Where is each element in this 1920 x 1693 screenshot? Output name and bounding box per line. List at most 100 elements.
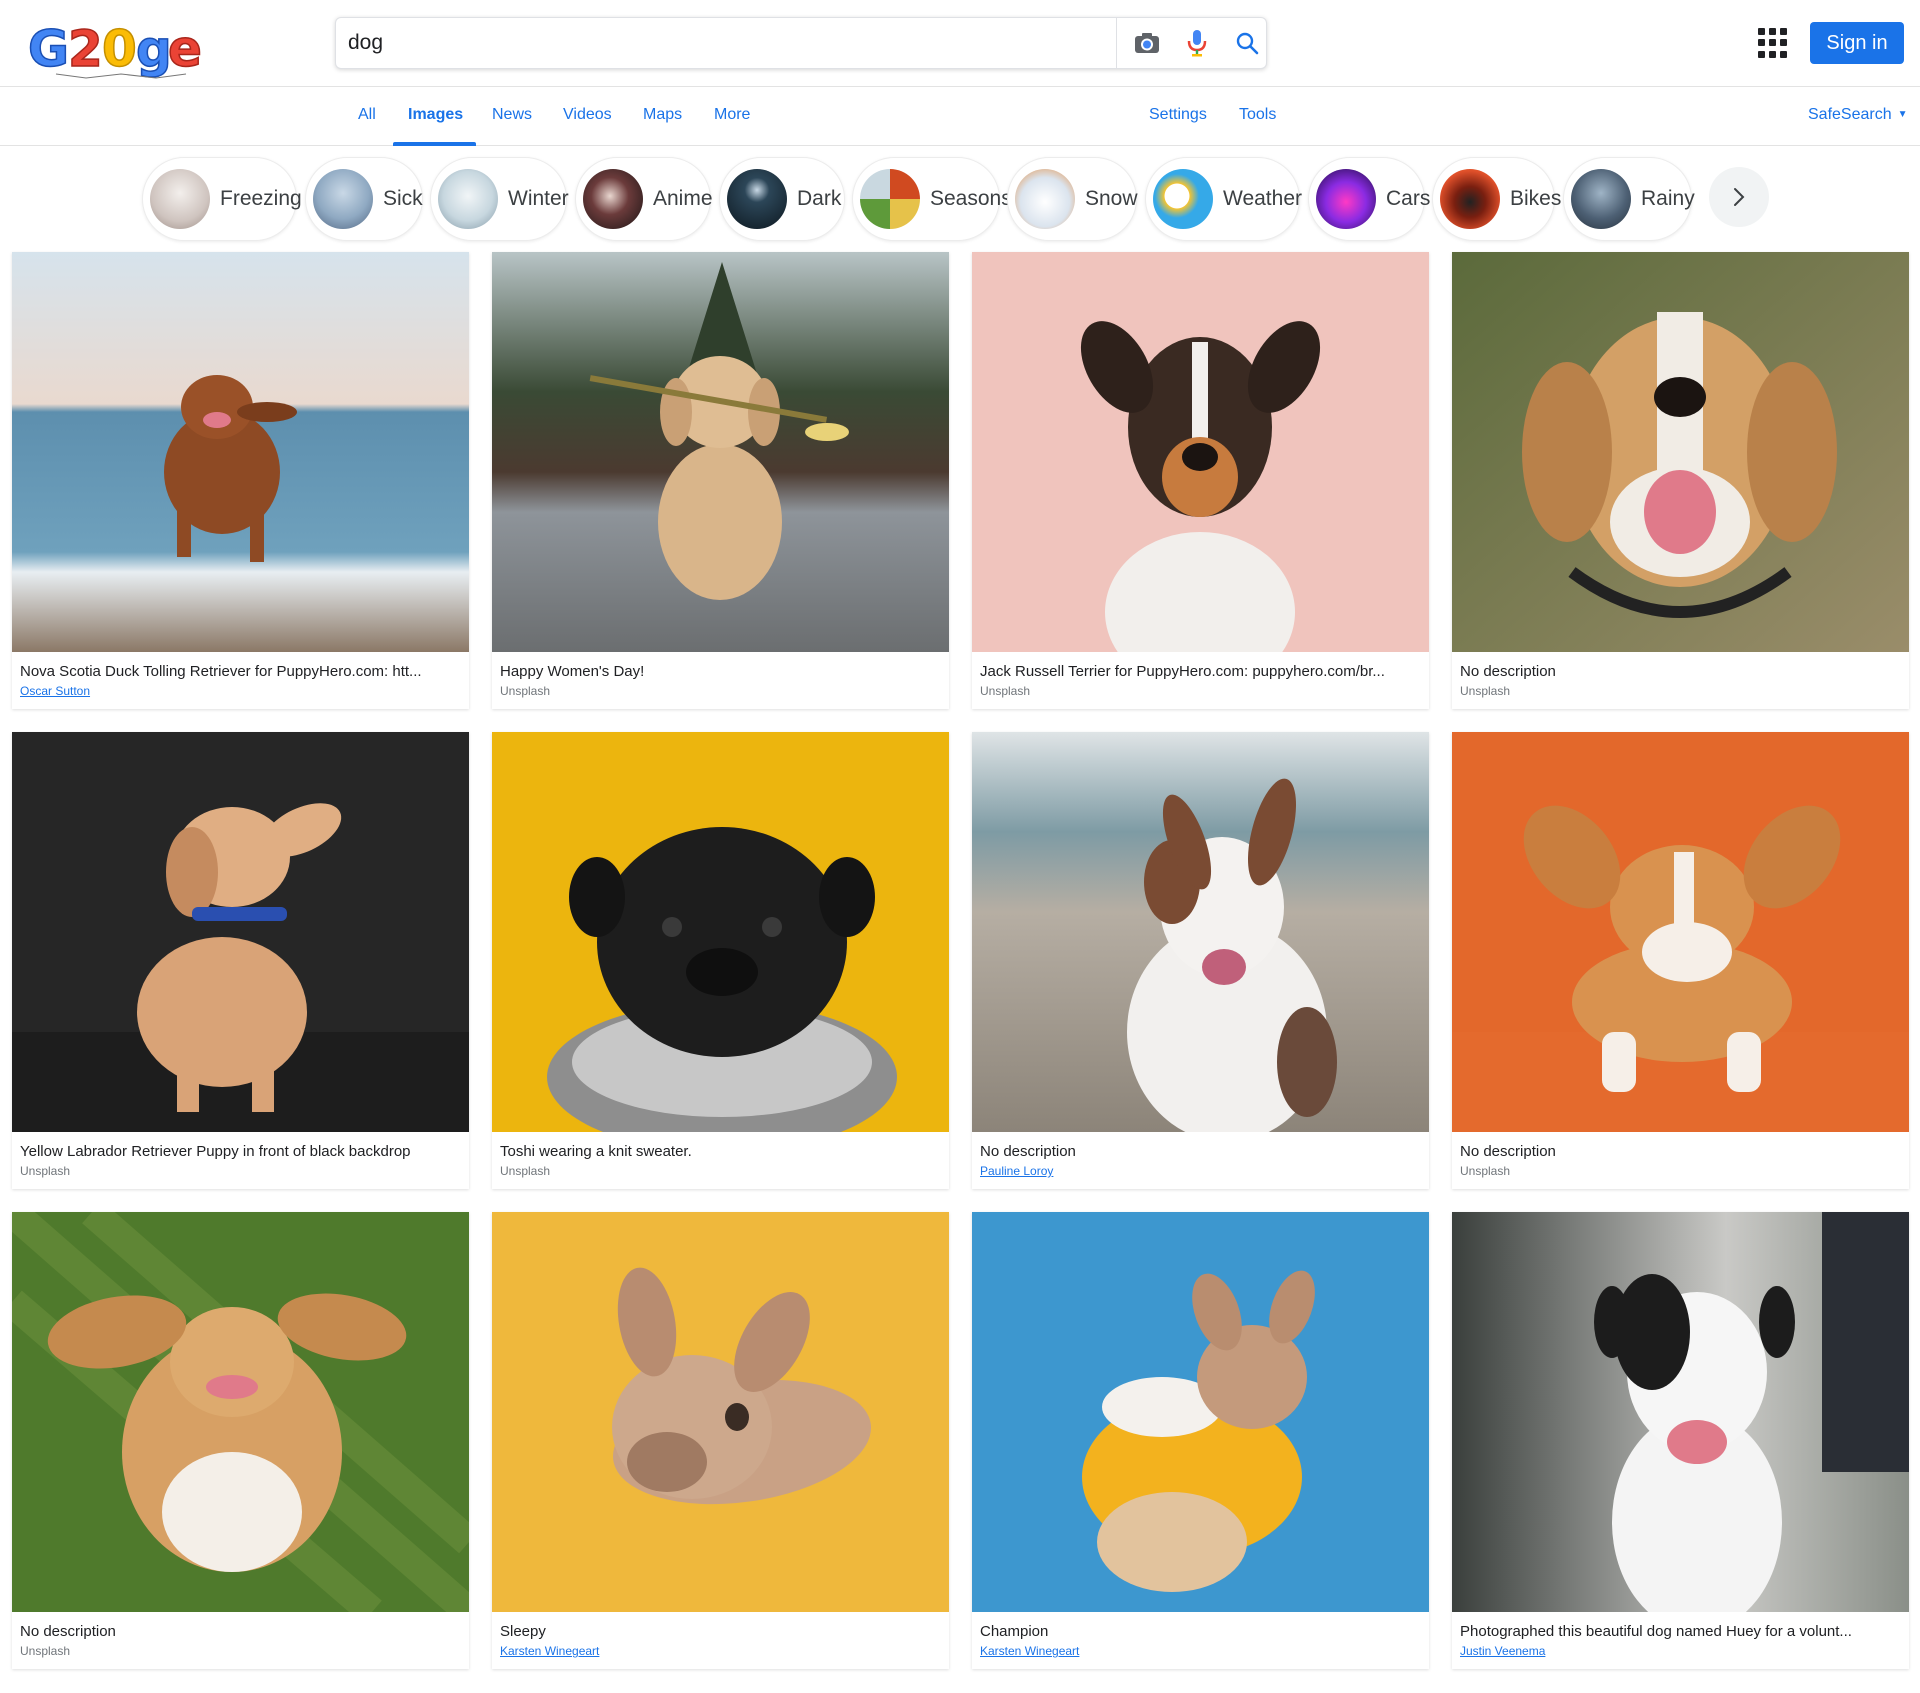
image-result-card[interactable]: Yellow Labrador Retriever Puppy in front…: [12, 732, 469, 1189]
chip-thumbnail: [860, 169, 920, 229]
caret-down-icon: ▼: [1897, 109, 1908, 120]
image-result-card[interactable]: Sleepy Karsten Winegeart: [492, 1212, 949, 1669]
svg-text:0: 0: [102, 20, 137, 78]
chip-thumbnail: [1571, 169, 1631, 229]
result-source: Unsplash: [1460, 684, 1511, 698]
chip-sick[interactable]: Sick: [305, 157, 423, 241]
result-title: No description: [20, 1623, 116, 1640]
top-header: G 2 0 g e dog Sign in: [0, 0, 1920, 87]
result-image: [12, 252, 469, 652]
chip-label: Cars: [1386, 187, 1431, 210]
search-tabs-nav: All Images News Videos Maps More Setting…: [0, 88, 1920, 146]
image-result-card[interactable]: No description Unsplash: [1452, 732, 1909, 1189]
image-result-card[interactable]: Champion Karsten Winegeart: [972, 1212, 1429, 1669]
logo-balloons-icon: G 2 0 g e: [27, 19, 202, 79]
search-input[interactable]: [348, 26, 1098, 60]
search-box[interactable]: [335, 17, 1267, 69]
chip-label: Rainy: [1641, 187, 1695, 210]
image-result-card[interactable]: No description Unsplash: [1452, 252, 1909, 709]
image-result-card[interactable]: No description Pauline Loroy: [972, 732, 1429, 1189]
chip-thumbnail: [150, 169, 210, 229]
result-source-link[interactable]: Karsten Winegeart: [980, 1644, 1079, 1658]
result-image: [1452, 1212, 1909, 1612]
chip-rainy[interactable]: Rainy: [1563, 157, 1695, 241]
search-icon[interactable]: [1231, 27, 1263, 59]
result-title: Toshi wearing a knit sweater.: [500, 1143, 692, 1160]
chip-label: Anime: [653, 187, 713, 210]
chip-thumbnail: [438, 169, 498, 229]
chip-thumbnail: [583, 169, 643, 229]
svg-text:2: 2: [68, 20, 103, 78]
chip-thumbnail: [1316, 169, 1376, 229]
chip-thumbnail: [1015, 169, 1075, 229]
chip-label: Sick: [383, 187, 423, 210]
safesearch-dropdown[interactable]: SafeSearch ▼: [1808, 106, 1908, 124]
camera-icon[interactable]: [1131, 27, 1163, 59]
tab-videos[interactable]: Videos: [563, 106, 612, 124]
result-image: [12, 1212, 469, 1612]
chip-label: Snow: [1085, 187, 1138, 210]
result-image: [972, 1212, 1429, 1612]
image-result-card[interactable]: Happy Women's Day! Unsplash: [492, 252, 949, 709]
chips-next-button[interactable]: [1709, 167, 1769, 227]
result-source: Unsplash: [500, 684, 551, 698]
tab-all[interactable]: All: [358, 106, 376, 124]
result-title: No description: [1460, 1143, 1556, 1160]
result-image: [972, 252, 1429, 652]
result-source-link[interactable]: Pauline Loroy: [980, 1164, 1053, 1178]
result-source: Unsplash: [20, 1164, 71, 1178]
search-divider: [1116, 18, 1117, 68]
result-image: [12, 732, 469, 1132]
result-title: Yellow Labrador Retriever Puppy in front…: [20, 1143, 411, 1160]
chevron-right-icon: [1734, 188, 1745, 206]
image-result-card[interactable]: No description Unsplash: [12, 1212, 469, 1669]
chip-winter[interactable]: Winter: [430, 157, 569, 241]
result-title: Photographed this beautiful dog named Hu…: [1460, 1623, 1852, 1640]
chip-bikes[interactable]: Bikes: [1432, 157, 1561, 241]
chip-label: Bikes: [1510, 187, 1562, 210]
svg-text:G: G: [28, 20, 69, 78]
image-result-card[interactable]: Photographed this beautiful dog named Hu…: [1452, 1212, 1909, 1669]
result-title: No description: [980, 1143, 1076, 1160]
tab-more[interactable]: More: [714, 106, 750, 124]
result-source-link[interactable]: Justin Veenema: [1460, 1644, 1545, 1658]
result-title: Happy Women's Day!: [500, 663, 645, 680]
result-image: [492, 1212, 949, 1612]
svg-text:e: e: [168, 20, 202, 78]
result-image: [1452, 732, 1909, 1132]
image-result-card[interactable]: Nova Scotia Duck Tolling Retriever for P…: [12, 252, 469, 709]
result-title: Jack Russell Terrier for PuppyHero.com: …: [980, 663, 1385, 680]
result-source-link[interactable]: Karsten Winegeart: [500, 1644, 599, 1658]
image-result-card[interactable]: Toshi wearing a knit sweater. Unsplash: [492, 732, 949, 1189]
tab-maps[interactable]: Maps: [643, 106, 682, 124]
result-source-link[interactable]: Oscar Sutton: [20, 684, 90, 698]
result-image: [492, 252, 949, 652]
tab-news[interactable]: News: [492, 106, 532, 124]
tools-link[interactable]: Tools: [1239, 106, 1276, 124]
result-image: [492, 732, 949, 1132]
microphone-icon[interactable]: [1181, 27, 1213, 59]
chip-label: Freezing: [220, 187, 302, 210]
chip-seasons[interactable]: Seasons: [852, 157, 1012, 241]
settings-link[interactable]: Settings: [1149, 106, 1207, 124]
chip-weather[interactable]: Weather: [1145, 157, 1302, 241]
chip-thumbnail: [1440, 169, 1500, 229]
chip-cars[interactable]: Cars: [1308, 157, 1430, 241]
result-image: [972, 732, 1429, 1132]
chip-anime[interactable]: Anime: [575, 157, 713, 241]
result-title: No description: [1460, 663, 1556, 680]
chip-snow[interactable]: Snow: [1007, 157, 1138, 241]
result-source: Unsplash: [20, 1644, 71, 1658]
tab-images[interactable]: Images: [408, 106, 463, 124]
chip-dark[interactable]: Dark: [719, 157, 845, 241]
chip-label: Weather: [1223, 187, 1302, 210]
image-result-card[interactable]: Jack Russell Terrier for PuppyHero.com: …: [972, 252, 1429, 709]
sign-in-button[interactable]: Sign in: [1810, 22, 1904, 64]
chip-thumbnail: [313, 169, 373, 229]
svg-text:g: g: [136, 20, 172, 78]
google-doodle-logo[interactable]: G 2 0 g e: [26, 14, 210, 80]
apps-grid-icon[interactable]: [1758, 28, 1788, 58]
chip-label: Seasons: [930, 187, 1012, 210]
chip-freezing[interactable]: Freezing: [142, 157, 302, 241]
chip-thumbnail: [1153, 169, 1213, 229]
